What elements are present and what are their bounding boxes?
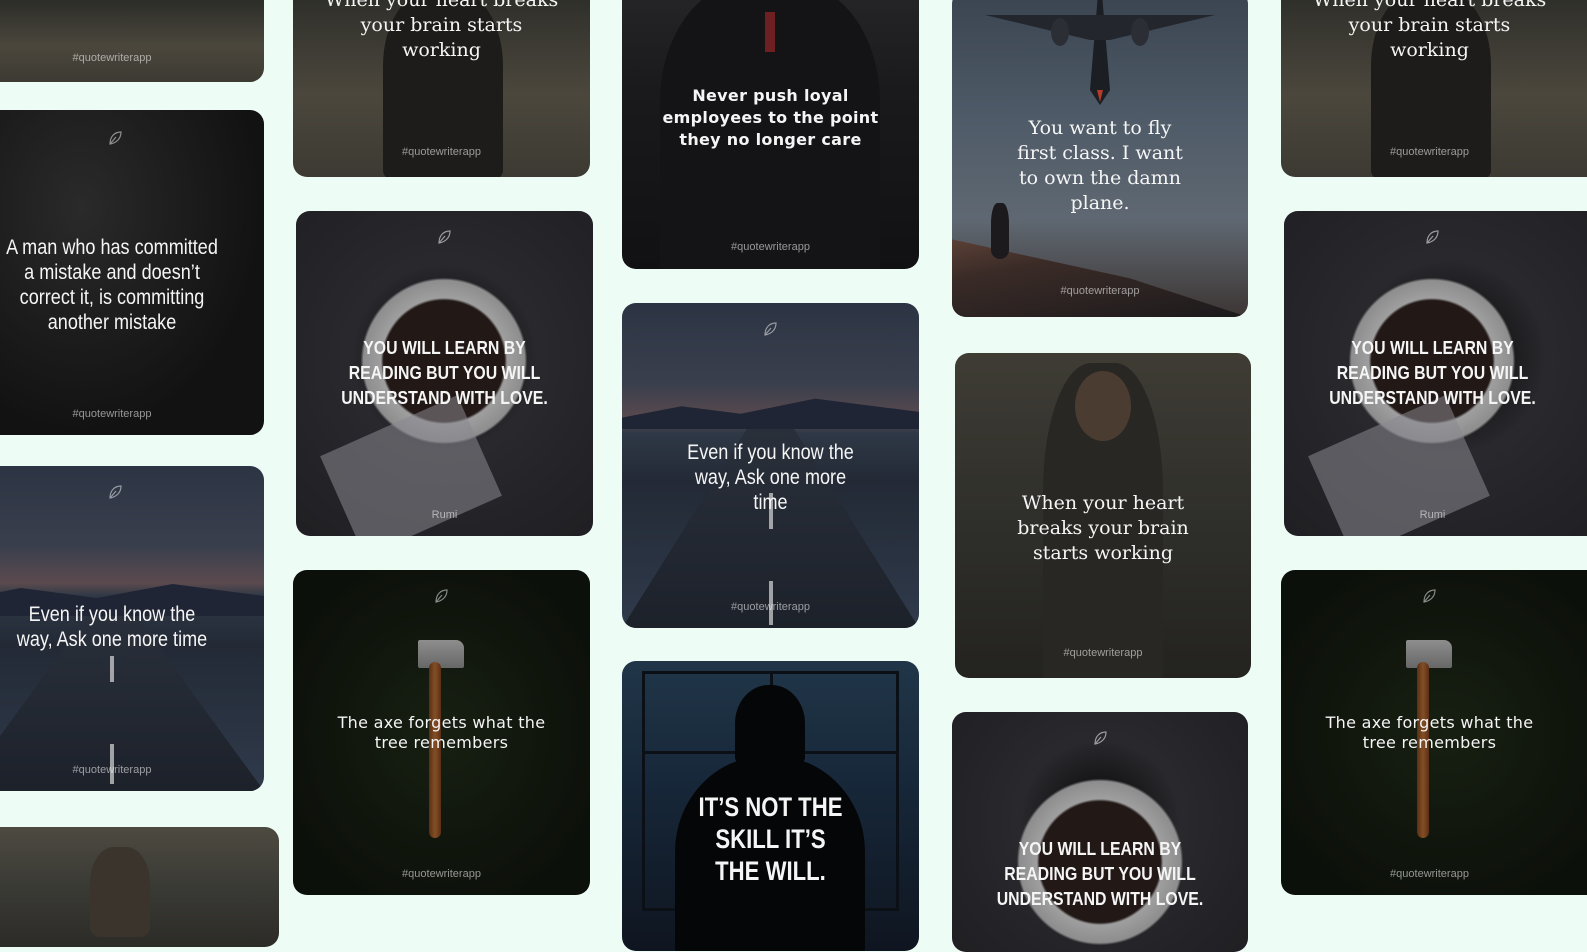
quote-text: YOU WILL LEARN BY READING BUT YOU WILL U… — [341, 338, 548, 408]
quote-card[interactable]: IT’S NOT THE SKILL IT’S THE WILL. — [622, 661, 919, 951]
quote-card[interactable]: When your heart breaks your brain starts… — [1281, 0, 1587, 177]
quote-card[interactable]: When your heart breaks your brain starts… — [955, 353, 1251, 678]
quote-card[interactable]: YOU WILL LEARN BY READING BUT YOU WILL U… — [1284, 211, 1587, 536]
card-tag: #quotewriterapp — [72, 52, 152, 64]
quote-card[interactable]: Never push loyal employees to the point … — [622, 0, 919, 269]
quote-text: When your heart breaks your brain starts… — [324, 0, 559, 61]
quote-text: Even if you know the way, Ask one more t… — [687, 441, 854, 514]
card-tag: #quotewriterapp — [402, 146, 481, 158]
quote-card[interactable]: YOU WILL LEARN BY READING BUT YOU WILL U… — [296, 211, 593, 536]
quote-card[interactable] — [0, 827, 279, 947]
card-tag: #quotewriterapp — [1060, 285, 1140, 297]
quote-text: YOU WILL LEARN BY READING BUT YOU WILL U… — [1329, 338, 1536, 408]
quote-text: Even if you know the way, Ask one more t… — [16, 603, 208, 651]
quote-text: When your heart breaks your brain starts… — [1312, 0, 1547, 61]
leaf-icon — [1421, 588, 1437, 604]
quote-text: The axe forgets what the tree remembers — [1325, 713, 1534, 752]
card-tag: #quotewriterapp — [1390, 146, 1469, 158]
quote-card[interactable]: Even if you know the way, Ask one more t… — [0, 466, 264, 791]
quote-text: YOU WILL LEARN BY READING BUT YOU WILL U… — [996, 839, 1204, 909]
leaf-icon — [762, 321, 778, 337]
card-tag: #quotewriterapp — [731, 241, 810, 253]
quote-text: You want to fly first class. I want to o… — [1017, 117, 1183, 214]
leaf-icon — [433, 588, 449, 604]
card-tag: #quotewriterapp — [731, 601, 810, 613]
quote-text: IT’S NOT THE SKILL IT’S THE WILL. — [698, 792, 843, 886]
leaf-icon — [107, 130, 123, 146]
card-tag: #quotewriterapp — [1063, 647, 1143, 659]
plane-icon — [985, 0, 1215, 105]
leaf-icon — [1424, 229, 1440, 245]
leaf-icon — [1092, 730, 1108, 746]
card-tag: #quotewriterapp — [1390, 868, 1469, 880]
quote-card[interactable]: YOU WILL LEARN BY READING BUT YOU WILL U… — [952, 712, 1248, 952]
quote-text: A man who has committed a mistake and do… — [6, 236, 218, 334]
quote-text: The axe forgets what the tree remembers — [337, 713, 546, 752]
quote-card[interactable]: The axe forgets what the tree remembers … — [293, 570, 590, 895]
quote-card[interactable]: A man who has committed a mistake and do… — [0, 110, 264, 435]
quote-card[interactable]: When your heart breaks your brain starts… — [293, 0, 590, 177]
leaf-icon — [436, 229, 452, 245]
card-tag: #quotewriterapp — [402, 868, 481, 880]
quote-text: When your heart breaks your brain starts… — [1017, 492, 1189, 564]
quote-card[interactable]: The axe forgets what the tree remembers … — [1281, 570, 1587, 895]
leaf-icon — [107, 484, 123, 500]
card-tag: Rumi — [431, 509, 458, 521]
quote-card[interactable]: You want to fly first class. I want to o… — [952, 0, 1248, 317]
quote-text: Never push loyal employees to the point … — [662, 86, 879, 149]
card-tag: #quotewriterapp — [72, 764, 152, 776]
quote-card[interactable]: #quotewriterapp — [0, 0, 264, 82]
quote-card[interactable]: Even if you know the way, Ask one more t… — [622, 303, 919, 628]
card-tag: Rumi — [1419, 509, 1446, 521]
card-tag: #quotewriterapp — [72, 408, 152, 420]
